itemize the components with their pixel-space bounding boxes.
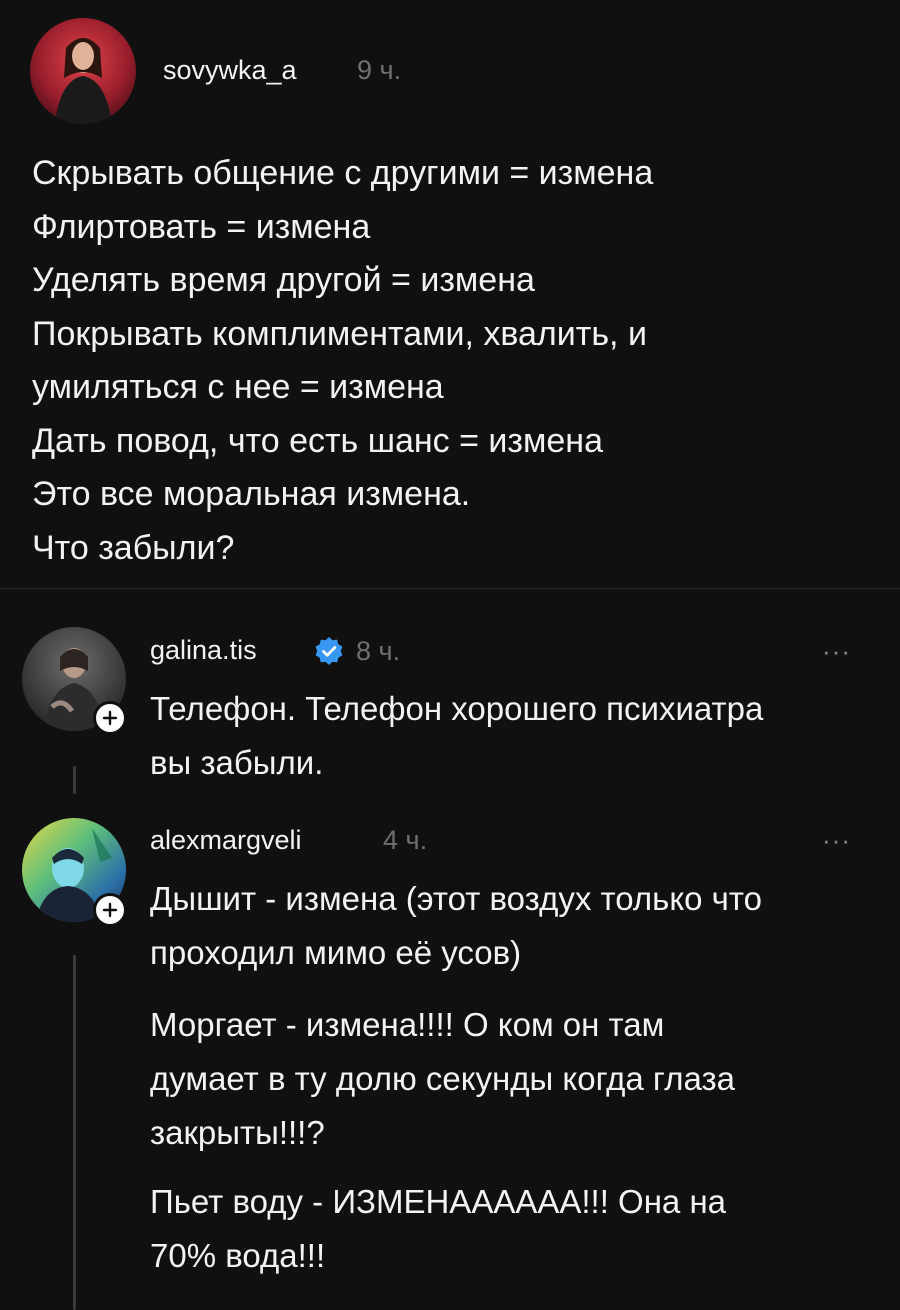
comment-line: закрыты!!!?	[150, 1114, 325, 1151]
comment-author-name[interactable]: galina.tis	[150, 635, 257, 666]
post-line: Это все моральная измена.	[32, 475, 471, 513]
post-line: Уделять время другой = измена	[32, 261, 535, 299]
thread-line	[73, 955, 76, 1310]
post-body: Скрывать общение с другими = измена Флир…	[32, 147, 872, 575]
post-author-name[interactable]: sovywka_a	[163, 55, 297, 86]
verified-check-icon	[315, 637, 343, 665]
comment-line: 70% вода!!!	[150, 1237, 326, 1274]
plus-icon	[102, 710, 118, 726]
comment-author-name[interactable]: alexmargveli	[150, 825, 302, 856]
post-line: Что забыли?	[32, 528, 235, 567]
more-dots-icon[interactable]: ···	[822, 638, 851, 664]
comment-line: Дышит - измена (этот воздух только что	[150, 880, 762, 917]
post-line: Дать повод, что есть шанс = измена	[32, 421, 603, 460]
comment-line: Пьет воду - ИЗМЕНАААААА!!! Она на	[150, 1183, 727, 1220]
plus-icon	[102, 902, 118, 918]
comment-body: Дышит - измена (этот воздух только что п…	[150, 872, 890, 980]
comment-line: проходил мимо её усов)	[150, 934, 522, 971]
post-timestamp: 9 ч.	[357, 55, 402, 85]
post-author-avatar[interactable]	[30, 18, 136, 124]
follow-button[interactable]	[93, 893, 127, 927]
comment-body: Пьет воду - ИЗМЕНАААААА!!! Она на 70% во…	[150, 1175, 890, 1283]
post-divider	[0, 588, 900, 589]
post-line: умиляться с нее = измена	[32, 368, 444, 406]
comment-line: вы забыли.	[150, 744, 324, 781]
post-line: Скрывать общение с другими = измена	[32, 154, 654, 192]
thread-line	[73, 766, 76, 794]
comment-line: Моргает - измена!!!! О ком он там	[150, 1006, 665, 1043]
comment-line: думает в ту долю секунды когда глаза	[150, 1060, 735, 1097]
more-dots-icon[interactable]: ···	[822, 827, 851, 853]
comment-timestamp: 8 ч.	[356, 636, 401, 666]
comment-body: Моргает - измена!!!! О ком он там думает…	[150, 998, 890, 1160]
comment-timestamp: 4 ч.	[383, 825, 428, 855]
comment-line: Телефон. Телефон хорошего психиатра	[150, 690, 764, 727]
comment-body: Телефон. Телефон хорошего психиатра вы з…	[150, 682, 880, 790]
post-line: Покрывать комплиментами, хвалить, и	[32, 314, 647, 353]
follow-button[interactable]	[93, 701, 127, 735]
post-line: Флиртовать = измена	[32, 207, 371, 246]
